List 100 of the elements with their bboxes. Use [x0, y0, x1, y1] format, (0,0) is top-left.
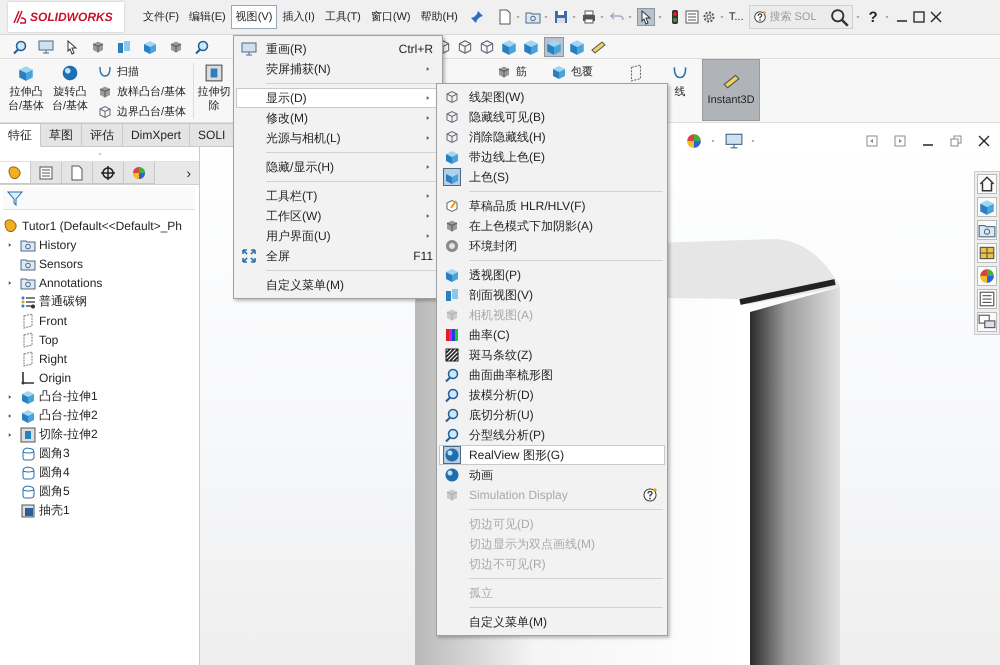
wireframe-cube-icon[interactable]: [478, 38, 496, 56]
command-button[interactable]: 包覆: [548, 63, 596, 80]
magnifier-icon[interactable]: [194, 38, 210, 54]
command-button[interactable]: 筋: [493, 63, 530, 80]
tree-item[interactable]: Right: [39, 352, 68, 366]
cube-icon[interactable]: [544, 36, 564, 56]
cursor-icon[interactable]: [636, 8, 655, 26]
menu-item[interactable]: 透视图(P): [439, 265, 665, 285]
command-button[interactable]: 扫描: [94, 63, 190, 80]
search-box[interactable]: 搜索 SOL: [748, 5, 852, 29]
list-icon[interactable]: [977, 289, 997, 309]
menu[interactable]: 视图(V): [230, 5, 278, 29]
panel-tab[interactable]: [93, 162, 124, 184]
menu[interactable]: 窗口(W): [366, 5, 416, 29]
menu[interactable]: 插入(I): [277, 5, 320, 29]
settings-icon[interactable]: [700, 9, 717, 25]
menu-item[interactable]: 工作区(W): [236, 206, 440, 226]
color-wheel-icon[interactable]: [685, 132, 703, 150]
printer-icon[interactable]: [580, 9, 597, 25]
panel-tab[interactable]: [31, 162, 62, 184]
folder-icon[interactable]: [977, 220, 997, 240]
menu-item[interactable]: 全屏 F11: [236, 246, 440, 266]
close-icon[interactable]: [976, 133, 992, 149]
tree-item[interactable]: 普通碳钢: [39, 293, 87, 310]
menu-item[interactable]: 消除隐藏线(H): [439, 127, 665, 147]
command-button[interactable]: 拉伸凸台/基体: [4, 61, 48, 119]
menu-item[interactable]: 拔模分析(D): [439, 385, 665, 405]
tree-item[interactable]: 圆角3: [39, 445, 70, 462]
menu-item[interactable]: 自定义菜单(M): [439, 612, 665, 632]
tab[interactable]: 特征: [0, 123, 41, 147]
panel-tab[interactable]: [62, 162, 93, 184]
menu[interactable]: 帮助(H): [416, 5, 463, 29]
house-icon[interactable]: [977, 174, 997, 194]
menu-item[interactable]: 修改(M): [236, 108, 440, 128]
menu-item[interactable]: 环境封闭: [439, 236, 665, 256]
help-button[interactable]: ?: [864, 8, 882, 26]
menu-item[interactable]: 分型线分析(P): [439, 425, 665, 445]
shaded-cube-icon[interactable]: [90, 38, 106, 54]
menu-item[interactable]: 剖面视图(V): [439, 285, 665, 305]
tab[interactable]: SOLI: [190, 123, 234, 147]
menu-item[interactable]: 重画(R) Ctrl+R: [236, 39, 440, 59]
magnifier-icon[interactable]: [12, 38, 28, 54]
menu-item[interactable]: 底切分析(U): [439, 405, 665, 425]
monitor-icon[interactable]: [725, 132, 743, 150]
tree-item[interactable]: History: [39, 238, 76, 252]
tree-item[interactable]: Tutor1 (Default<<Default>_Ph: [22, 218, 182, 232]
menu-item[interactable]: 上色(S): [439, 167, 665, 187]
menu[interactable]: 工具(T): [320, 5, 366, 29]
search-field[interactable]: 搜索 SOL: [770, 11, 826, 23]
menu[interactable]: 编辑(E): [184, 5, 231, 29]
tab[interactable]: 草图: [41, 123, 82, 147]
maximize-icon[interactable]: [910, 9, 927, 25]
menu-item[interactable]: 动画: [439, 465, 665, 485]
restore-icon[interactable]: [948, 133, 964, 149]
speech-bubbles-icon[interactable]: [977, 312, 997, 332]
tab[interactable]: 评估: [82, 123, 123, 147]
help-icon[interactable]: [752, 10, 766, 24]
menu-item[interactable]: 荧屏捕获(N): [236, 59, 440, 79]
close-icon[interactable]: [928, 9, 944, 25]
filter-icon[interactable]: [7, 190, 23, 206]
command-button[interactable]: 边界凸台/基体: [94, 103, 190, 120]
menu-item[interactable]: 隐藏/显示(H): [236, 157, 440, 177]
menu-item[interactable]: RealView 图形(G): [439, 445, 665, 465]
menu-item[interactable]: 在上色模式下加阴影(A): [439, 216, 665, 236]
cube-icon[interactable]: [500, 38, 518, 56]
wireframe-cube-icon[interactable]: [456, 38, 474, 56]
menu-item[interactable]: 斑马条纹(Z): [439, 345, 665, 365]
command-button[interactable]: Instant3D: [702, 59, 760, 121]
menu[interactable]: 文件(F): [138, 5, 184, 29]
tree-item[interactable]: 抽壳1: [39, 502, 70, 519]
menu-item[interactable]: 光源与相机(L): [236, 128, 440, 148]
tree-item[interactable]: Sensors: [39, 256, 84, 270]
menu-item[interactable]: 带边线上色(E): [439, 147, 665, 167]
tree-item[interactable]: 圆角4: [39, 464, 70, 481]
search-icon[interactable]: [828, 7, 848, 27]
more-tabs-button[interactable]: ›: [184, 165, 193, 181]
cube-icon[interactable]: [142, 38, 158, 54]
tile-left-icon[interactable]: [864, 133, 880, 149]
tree-item[interactable]: Origin: [39, 370, 72, 384]
file-icon[interactable]: [496, 9, 513, 25]
ruler-icon[interactable]: [590, 38, 606, 54]
tile-right-icon[interactable]: [892, 133, 908, 149]
menu-item[interactable]: 曲率(C): [439, 325, 665, 345]
grid-icon[interactable]: [977, 243, 997, 263]
monitor-icon[interactable]: [38, 38, 54, 54]
menu-item[interactable]: 草稿品质 HLR/HLV(F): [439, 196, 665, 216]
menu-item[interactable]: 用户界面(U): [236, 226, 440, 246]
tree-item[interactable]: 凸台-拉伸1: [39, 388, 98, 405]
cube-icon[interactable]: [568, 38, 586, 56]
tree-item[interactable]: 切除-拉伸2: [39, 426, 98, 443]
shaded-cube-icon[interactable]: [168, 38, 184, 54]
menu-item[interactable]: 工具栏(T): [236, 186, 440, 206]
tree-item[interactable]: 凸台-拉伸2: [39, 407, 98, 424]
tab[interactable]: DimXpert: [123, 123, 190, 147]
tree-item[interactable]: Annotations: [39, 276, 102, 290]
section-view-icon[interactable]: [116, 38, 132, 54]
tree-item[interactable]: Top: [39, 332, 58, 346]
cube-icon[interactable]: [977, 197, 997, 217]
command-button[interactable]: 放样凸台/基体: [94, 83, 190, 100]
color-wheel-icon[interactable]: [977, 266, 997, 286]
